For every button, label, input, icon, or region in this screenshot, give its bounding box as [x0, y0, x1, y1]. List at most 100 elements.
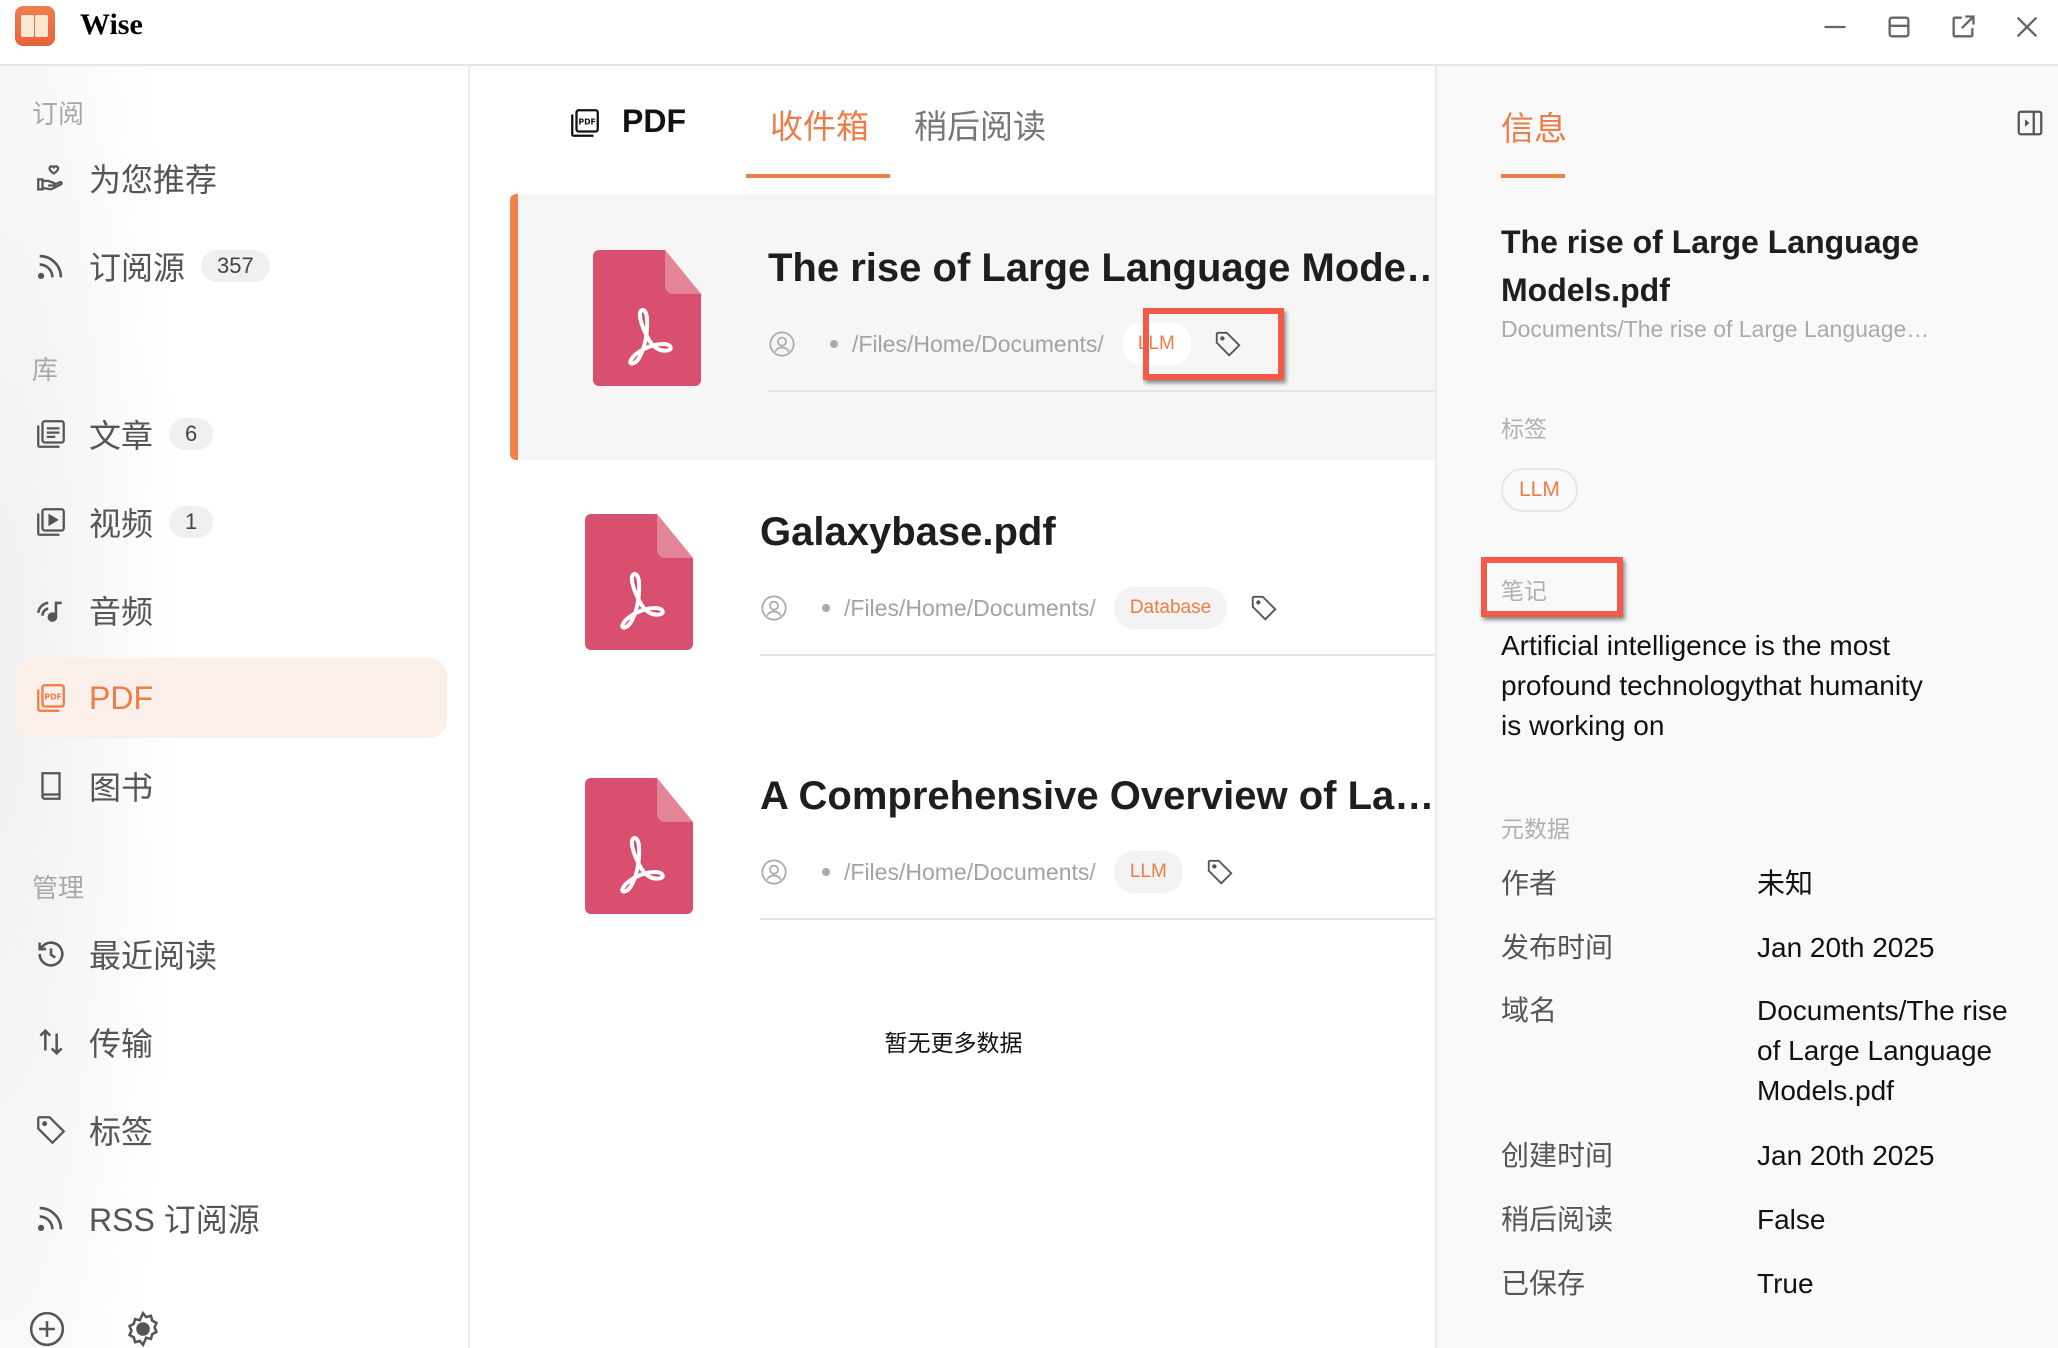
minimize-button[interactable]: [1818, 10, 1852, 44]
pdf-icon: PDF: [571, 109, 599, 137]
separator-dot: [822, 868, 830, 876]
list-item[interactable]: The rise of Large Language Models.pdf /F…: [510, 194, 1435, 460]
sidebar-item-articles[interactable]: 文章 6: [15, 394, 447, 474]
sidebar-item-label: RSS 订阅源: [89, 1202, 260, 1238]
app-logo-icon: [15, 6, 55, 46]
meta-row-created: 创建时间 Jan 20th 2025: [1501, 1136, 2041, 1176]
list-header: PDF PDF 收件箱 稍后阅读: [472, 66, 1435, 186]
sidebar-item-label: 标签: [89, 1114, 154, 1150]
item-title: The rise of Large Language Models.pdf: [768, 246, 1435, 290]
pdf-icon: PDF: [33, 680, 69, 716]
history-icon: [33, 936, 69, 972]
no-more-data-text: 暂无更多数据: [884, 1030, 1023, 1056]
popout-icon: [1952, 15, 1975, 38]
tag-chip[interactable]: Database: [1113, 587, 1228, 629]
item-title: A Comprehensive Overview of Large Langua…: [760, 774, 1435, 818]
app-title: Wise: [80, 8, 143, 41]
page-title: PDF: [622, 103, 686, 139]
add-icon: [29, 1311, 65, 1347]
book-icon: [33, 768, 69, 804]
popout-button[interactable]: [1946, 10, 1980, 44]
settings-icon: [127, 1310, 159, 1348]
sidebar-item-pdf[interactable]: PDF PDF: [15, 658, 447, 738]
svg-text:PDF: PDF: [578, 117, 595, 126]
item-path: /Files/Home/Documents/: [844, 594, 1096, 621]
sidebar-item-books[interactable]: 图书: [15, 746, 447, 826]
collapse-panel-icon[interactable]: [2015, 108, 2045, 138]
tab-inbox[interactable]: 收件箱: [770, 100, 869, 148]
meta-value: Jan 20th 2025: [1757, 1140, 1935, 1171]
close-icon: [2016, 16, 2038, 38]
item-path: /Files/Home/Documents/: [844, 858, 1096, 885]
tag-icon: [33, 1112, 69, 1148]
note-text: Artificial intelligence is the most prof…: [1501, 630, 1923, 741]
tag-icon[interactable]: [1205, 857, 1235, 887]
user-icon: [769, 331, 795, 357]
item-meta: /Files/Home/Documents/ LLM: [768, 322, 1243, 366]
item-path: /Files/Home/Documents/: [852, 330, 1104, 357]
section-library: 库: [32, 355, 59, 385]
meta-value: False: [1757, 1204, 1826, 1235]
article-icon: [33, 416, 69, 452]
divider: [768, 390, 1435, 392]
section-manage: 管理: [32, 873, 85, 903]
info-panel: 信息 The rise of Large Language Models.pdf…: [1435, 66, 2058, 1348]
heart-hand-icon: [33, 160, 69, 196]
meta-key: 发布时间: [1501, 932, 1614, 963]
meta-value: True: [1757, 1268, 1814, 1299]
count-badge: 1: [169, 506, 214, 538]
svg-text:PDF: PDF: [44, 692, 61, 701]
meta-row-saved: 已保存 True: [1501, 1264, 2041, 1304]
maximize-button[interactable]: [1882, 10, 1916, 44]
section-subscribe: 订阅: [32, 99, 85, 129]
pdf-file-icon: [585, 514, 693, 650]
sidebar-item-videos[interactable]: 视频 1: [15, 482, 447, 562]
meta-row-published: 发布时间 Jan 20th 2025: [1501, 928, 2041, 968]
sidebar-item-tags[interactable]: 标签: [15, 1090, 447, 1170]
meta-key: 稍后阅读: [1501, 1204, 1614, 1235]
sidebar-item-recommend[interactable]: 为您推荐: [15, 138, 447, 218]
settings-button[interactable]: [124, 1310, 164, 1348]
divider: [760, 918, 1435, 920]
sidebar-item-label: 视频: [89, 506, 154, 542]
close-button[interactable]: [2010, 10, 2044, 44]
pdf-file-icon: [585, 778, 693, 914]
meta-row-read-later: 稍后阅读 False: [1501, 1200, 2041, 1240]
tab-read-later[interactable]: 稍后阅读: [914, 100, 1046, 148]
sidebar-item-audio[interactable]: 音频: [15, 570, 447, 650]
sidebar-item-label: 文章: [89, 418, 154, 454]
tab-info[interactable]: 信息: [1501, 102, 1567, 150]
sidebar-item-transfer[interactable]: 传输: [15, 1002, 447, 1082]
doc-path: Documents/The rise of Large Language…: [1501, 316, 1930, 342]
list-item[interactable]: Galaxybase.pdf /Files/Home/Documents/ Da…: [510, 458, 1435, 724]
pdf-list-panel: PDF PDF 收件箱 稍后阅读 The rise of Large Langu…: [472, 66, 1435, 1348]
meta-key: 创建时间: [1501, 1140, 1614, 1171]
list-item[interactable]: A Comprehensive Overview of Large Langua…: [510, 722, 1435, 988]
sidebar-item-label: 图书: [89, 770, 154, 806]
tag-icon[interactable]: [1249, 593, 1279, 623]
sidebar: 订阅 为您推荐 订阅源 357 库 文章 6 视频 1 音频 PDF PDF 图…: [0, 66, 470, 1348]
add-button[interactable]: [28, 1310, 68, 1348]
meta-key: 域名: [1501, 995, 1558, 1026]
tag-chip[interactable]: LLM: [1501, 468, 1578, 512]
count-badge: 357: [201, 250, 270, 282]
wise-app: Wise 订阅 为您推荐 订阅源 357 库 文章 6 视频 1 音频 PDF …: [0, 0, 2058, 1348]
separator-dot: [822, 604, 830, 612]
item-meta: /Files/Home/Documents/ Database: [760, 586, 1279, 630]
divider: [760, 654, 1435, 656]
maximize-icon: [1888, 16, 1910, 38]
meta-key: 作者: [1501, 868, 1558, 899]
sidebar-item-recent[interactable]: 最近阅读: [15, 914, 447, 994]
rss-icon: [33, 1200, 69, 1236]
notes-label: 笔记: [1501, 578, 1547, 604]
sidebar-item-label: 为您推荐: [89, 162, 218, 198]
user-icon: [761, 859, 787, 885]
separator-dot: [830, 340, 838, 348]
meta-value: 未知: [1757, 868, 1814, 899]
tag-chip[interactable]: LLM: [1121, 323, 1191, 365]
user-icon: [761, 595, 787, 621]
sidebar-item-rss[interactable]: RSS 订阅源: [15, 1178, 447, 1258]
tag-chip[interactable]: LLM: [1113, 851, 1183, 893]
sidebar-item-feeds[interactable]: 订阅源 357: [15, 226, 447, 306]
tag-icon[interactable]: [1213, 329, 1243, 359]
